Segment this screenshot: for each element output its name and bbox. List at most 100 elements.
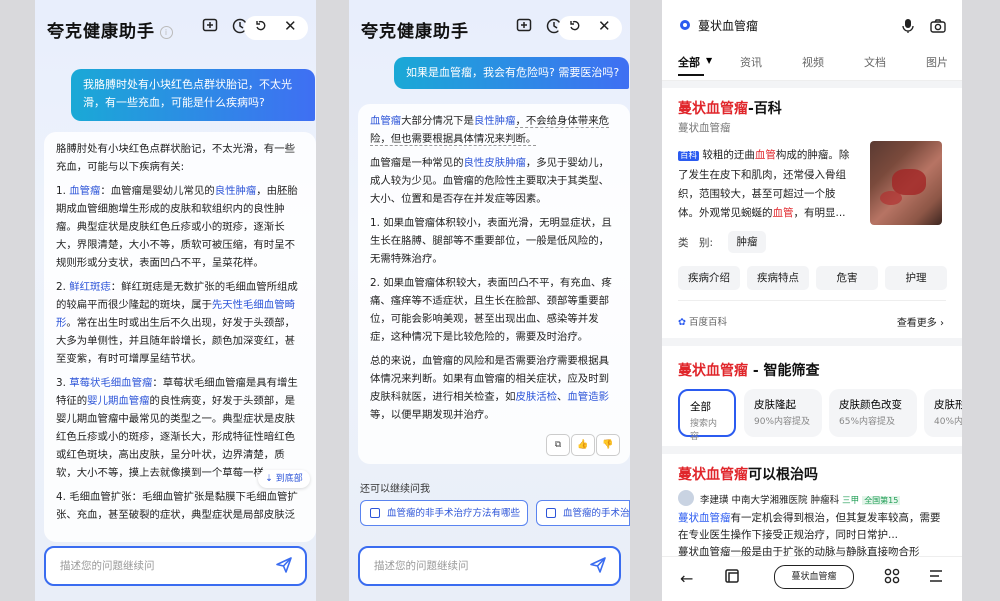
tab-video[interactable]: 视频 [802, 54, 824, 70]
back-arrow-icon[interactable]: ← [680, 569, 693, 588]
chat-panel-1: 夸克健康助手 i ✕ 我胳膊时处有小块红色点群状胎记，不太光滑，有一些充血，可能是… [35, 0, 316, 601]
doctor-avatar [678, 490, 694, 506]
header: 夸克健康助手 i ✕ [35, 0, 316, 56]
smart-title: 蔓状血管瘤 - 智能筛查 [678, 363, 820, 379]
term-link[interactable]: 良性肿瘤 [474, 115, 516, 127]
user-message: 我胳膊时处有小块红色点群状胎记，不太光滑，有一些充血，可能是什么疾病吗? [71, 69, 315, 121]
camera-icon[interactable] [930, 19, 946, 33]
tabs-icon[interactable] [724, 568, 740, 588]
tab-docs[interactable]: 文档 [864, 54, 886, 70]
chat-input[interactable]: 描述您的问题继续问 [44, 546, 307, 586]
baike-subtitle: 蔓状血管瘤 [678, 122, 731, 134]
answer-paragraph: 血管瘤大部分情况下是良性肿瘤，不会给身体带来危险，但也需要根据具体情况来判断。 [370, 115, 609, 146]
chat-input[interactable]: 描述您的问题继续问 [358, 546, 621, 586]
chip-features[interactable]: 疾病特点 [747, 266, 809, 290]
term-link[interactable]: 血管造影 [567, 391, 609, 403]
window-controls: ✕ [244, 16, 308, 40]
send-icon[interactable] [275, 556, 293, 574]
thumbs-up-icon[interactable]: 👍 [571, 434, 595, 456]
answer-intro: 胳膊肘处有小块红色点群状胎记，不太光滑，有一些充血，可能与以下疾病有关: [56, 143, 295, 173]
arrow-down-icon: ⇣ [265, 474, 273, 484]
list-item: 1. 血管瘤：血管瘤是婴幼儿常见的良性肿瘤，由胚胎期成血管细胞增生形成的皮肤和软… [56, 185, 298, 269]
filter-skin-raised[interactable]: 皮肤隆起 90%内容提及 [744, 389, 822, 437]
close-icon[interactable]: ✕ [284, 17, 297, 35]
term-link[interactable]: 血管瘤 [370, 115, 401, 127]
send-icon[interactable] [589, 556, 607, 574]
lesion-photo[interactable] [870, 141, 942, 225]
window-controls: ✕ [558, 16, 622, 40]
thumbs-down-icon[interactable]: 👎 [596, 434, 620, 456]
list-item: 3. 草莓状毛细血管瘤：草莓状毛细血管瘤是具有增生特征的婴儿期血管瘤的良性病变，… [56, 377, 298, 479]
qa-answer: 蔓状血管瘤有一定机会得到根治，但其复发率较高，需要在专业医生操作下接受正规治疗，… [678, 512, 941, 558]
baike-description: 百科 较粗的迂曲血管构成的肿瘤。除了发生在皮下和肌肉，还常侵入骨组织，范围较大，… [678, 149, 850, 219]
new-chat-icon[interactable] [515, 18, 533, 36]
scroll-to-bottom-button[interactable]: ⇣ 到底部 [258, 470, 310, 488]
answer-paragraph: 1. 如果血管瘤体积较小，表面光滑，无明显症状，且生长在胳膊、腿部等不重要部位，… [370, 217, 612, 265]
term-link[interactable]: 良性皮肤肿瘤 [464, 157, 526, 169]
category-label: 类 别: [678, 237, 714, 249]
app-title: 夸克健康助手 [361, 22, 469, 42]
list-item: 4. 毛细血管扩张：毛细血管扩张是黏膜下毛细血管扩张、充血，甚至破裂的症状，典型… [56, 491, 298, 521]
input-placeholder: 描述您的问题继续问 [60, 560, 155, 572]
chip-care[interactable]: 护理 [885, 266, 947, 290]
filter-all[interactable]: 全部 搜索内容 [678, 389, 736, 442]
input-placeholder: 描述您的问题继续问 [374, 560, 469, 572]
baike-badge: 百科 [678, 151, 700, 161]
copy-icon[interactable]: ⧉ [546, 434, 570, 456]
tab-all[interactable]: 全部 [678, 54, 700, 70]
baike-logo-icon: ✿ [678, 317, 686, 328]
qa-card: 蔓状血管瘤可以根治吗 李建璜 中南大学湘雅医院 肿瘤科 三甲 全国第15 蔓状血… [662, 454, 962, 558]
doctor-info: 李建璜 中南大学湘雅医院 肿瘤科 三甲 全国第15 [700, 495, 901, 506]
search-bar[interactable]: 蔓状血管瘤 [662, 0, 962, 48]
filter-skin-shape[interactable]: 皮肤形40%内容 [924, 389, 962, 437]
query-pill[interactable]: 蔓状血管瘤 [774, 565, 854, 589]
answer-paragraph: 血管瘤是一种常见的良性皮肤肿瘤，多见于婴幼儿，成人较为少见。血管瘤的危险性主要取… [370, 157, 609, 205]
filter-skin-color[interactable]: 皮肤颜色改变 65%内容提及 [829, 389, 917, 437]
term-link[interactable]: 皮肤活检 [515, 391, 557, 403]
answer-paragraph: 2. 如果血管瘤体积较大，表面凹凸不平，有充血、疼痛、瘙痒等不适症状，且生长在脸… [370, 277, 612, 343]
search-panel: 蔓状血管瘤 全部 ▼ 资讯 视频 文档 图片 蔓状血管瘤-百科 蔓状血管瘤 百科… [662, 0, 962, 601]
disease-name: 毛细血管扩张 [69, 491, 132, 503]
grid-icon[interactable] [884, 568, 900, 588]
qa-title[interactable]: 蔓状血管瘤可以根治吗 [678, 464, 818, 484]
term-link[interactable]: 良性肿瘤 [215, 185, 257, 197]
chat-panel-2: 夸克健康助手 ✕ 如果是血管瘤，我会有危险吗? 需要医治吗? 血管瘤大部分情况下… [349, 0, 630, 601]
chip-harm[interactable]: 危害 [816, 266, 878, 290]
chat-icon [546, 508, 556, 518]
info-icon[interactable]: i [160, 26, 173, 39]
user-message: 如果是血管瘤，我会有危险吗? 需要医治吗? [394, 57, 629, 89]
disease-link[interactable]: 草莓状毛细血管瘤 [69, 377, 152, 389]
search-query[interactable]: 蔓状血管瘤 [698, 17, 758, 34]
header: 夸克健康助手 ✕ [349, 0, 630, 56]
menu-icon[interactable] [928, 568, 944, 588]
caret-down-icon[interactable]: ▼ [706, 56, 712, 65]
tab-indicator [678, 74, 704, 76]
see-more-link[interactable]: 查看更多 › [897, 314, 944, 329]
minimize-icon[interactable] [568, 19, 582, 37]
tab-news[interactable]: 资讯 [740, 54, 762, 70]
list-item: 2. 鲜红斑痣：鲜红斑痣是无数扩张的毛细血管所组成的较扁平而很少隆起的斑块，属于… [56, 281, 298, 365]
term-link[interactable]: 婴儿期血管瘤 [87, 395, 149, 407]
divider [678, 300, 946, 301]
bottom-nav: ← 蔓状血管瘤 [662, 556, 962, 601]
baike-card: 蔓状血管瘤-百科 蔓状血管瘤 百科 较粗的迂曲血管构成的肿瘤。除了发生在皮下和肌… [662, 88, 962, 338]
disease-link[interactable]: 血管瘤 [69, 185, 100, 197]
baike-title[interactable]: 蔓状血管瘤-百科 [678, 98, 782, 118]
minimize-icon[interactable] [254, 19, 268, 37]
tab-images[interactable]: 图片 [926, 54, 948, 70]
suggestion-chip[interactable]: 血管瘤的非手术治疗方法有哪些 [360, 500, 528, 526]
assistant-answer: 血管瘤大部分情况下是良性肿瘤，不会给身体带来危险，但也需要根据具体情况来判断。 … [358, 104, 630, 464]
new-chat-icon[interactable] [201, 18, 219, 36]
microphone-icon[interactable] [902, 18, 914, 34]
disease-link[interactable]: 鲜红斑痣 [69, 281, 111, 293]
suggestion-chip[interactable]: 血管瘤的手术治疗 [536, 500, 630, 526]
category-chip[interactable]: 肿瘤 [728, 231, 766, 253]
close-icon[interactable]: ✕ [598, 17, 611, 35]
continue-label: 还可以继续问我 [360, 484, 430, 495]
search-tabs: 全部 ▼ 资讯 视频 文档 图片 [662, 48, 962, 81]
chevron-right-icon: › [940, 318, 944, 329]
app-title: 夸克健康助手 i [47, 17, 173, 42]
baike-source: ✿ 百度百科 [678, 317, 728, 328]
chip-intro[interactable]: 疾病介绍 [678, 266, 740, 290]
chat-icon [370, 508, 380, 518]
